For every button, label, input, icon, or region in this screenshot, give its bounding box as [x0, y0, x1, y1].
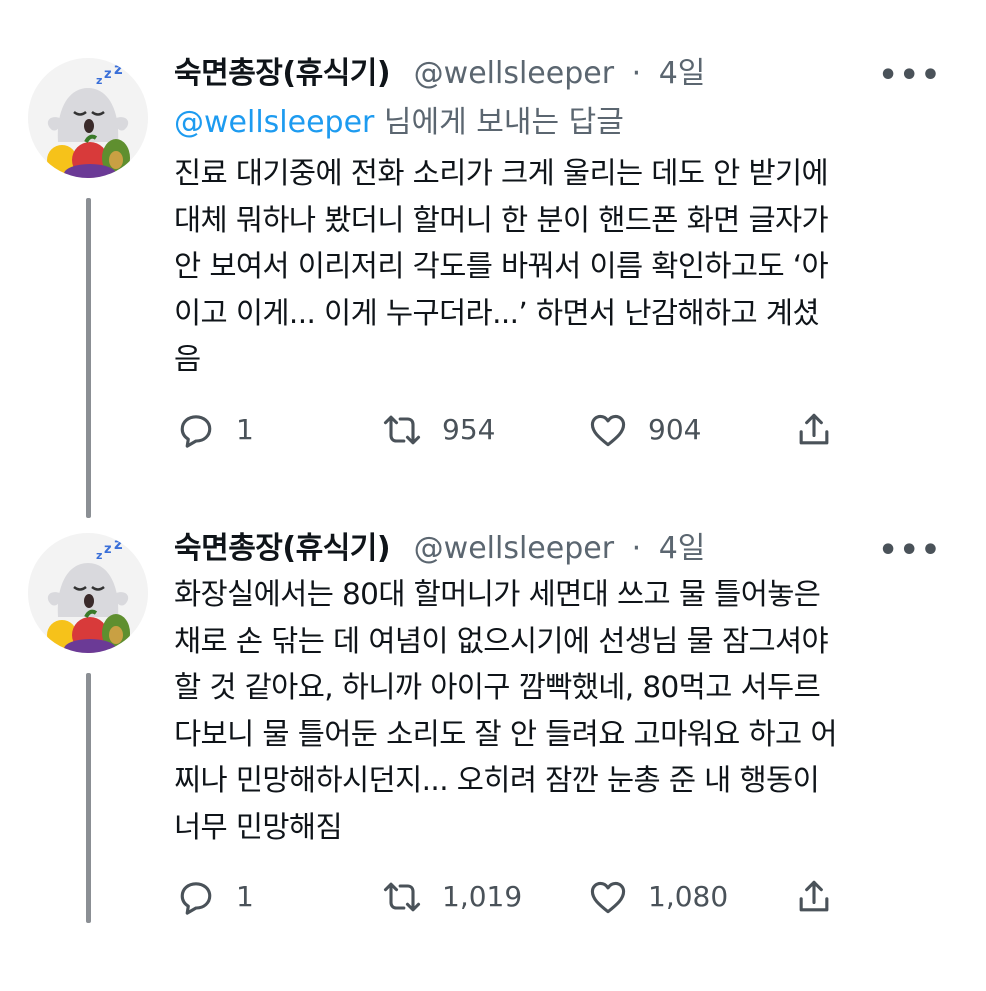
tweet-time[interactable]: 4일	[659, 531, 706, 566]
tweet-time[interactable]: 4일	[659, 56, 706, 91]
svg-text:z: z	[104, 542, 112, 557]
retweet-icon	[383, 882, 421, 912]
reply-mention-link[interactable]: @wellsleeper	[174, 105, 374, 140]
tweet-text-line: 진료 대기중에 전화 소리가 크게 울리는 데도 안 받기에	[174, 156, 829, 190]
reply-button[interactable]: 1	[174, 872, 254, 922]
tweet-text-line: 안 보여서 이리저리 각도를 바꿔서 이름 확인하고도 ‘아	[174, 249, 829, 283]
author-handle[interactable]: @wellsleeper	[414, 56, 614, 91]
tweet-text-line: 너무 민망해짐	[174, 809, 343, 844]
tweet-text-line: 화장실에서는 80대 할머니가 세면대 쓰고 물 틀어놓은	[174, 577, 821, 611]
tweet-text-line: 채로 손 닦는 데 여념이 없으시기에 선생님 물 잠그셔야	[174, 623, 829, 658]
reply-count: 1	[236, 412, 254, 446]
like-count: 904	[648, 412, 702, 446]
retweet-icon	[383, 415, 421, 444]
tweet[interactable]: z z z 숙면총장(휴식기) @wellsleeper · 4일 ••• 화장…	[0, 515, 986, 955]
tweet-header: 숙면총장(휴식기) @wellsleeper · 4일 •••	[174, 52, 964, 96]
tweet-text-line: 할 것 같아요, 하니까 아이구 깜빡했네, 80먹고 서두르	[174, 670, 821, 704]
tweet[interactable]: z z z 숙면총장(휴식기) @wellsleeper · 4일 ••• @w…	[0, 40, 986, 520]
retweet-count: 954	[442, 412, 496, 446]
tweet-text: 진료 대기중에 전화 소리가 크게 울리는 데도 안 받기에 대체 뭐하나 봤더…	[174, 150, 964, 383]
like-button[interactable]: 1,080	[586, 872, 728, 922]
share-button[interactable]	[792, 405, 836, 455]
svg-text:z: z	[114, 535, 123, 553]
tweet-thread: z z z 숙면총장(휴식기) @wellsleeper · 4일 ••• @w…	[0, 0, 986, 991]
avatar[interactable]: z z z	[28, 58, 148, 178]
separator-dot: ·	[631, 56, 642, 91]
thread-line	[86, 198, 91, 518]
avatar[interactable]: z z z	[28, 533, 148, 653]
retweet-button[interactable]: 1,019	[380, 872, 522, 922]
svg-text:z: z	[104, 67, 112, 82]
share-icon	[799, 880, 829, 912]
share-button[interactable]	[792, 872, 836, 922]
reply-button[interactable]: 1	[174, 405, 254, 455]
tweet-text-line: 다보니 물 틀어둔 소리도 잘 안 들려요 고마워요 하고 어	[174, 716, 837, 751]
more-options-icon[interactable]: •••	[878, 54, 942, 98]
tweet-header: 숙면총장(휴식기) @wellsleeper · 4일 •••	[174, 527, 964, 571]
retweet-count: 1,019	[442, 880, 523, 913]
tweet-content: 숙면총장(휴식기) @wellsleeper · 4일 ••• 화장실에서는 8…	[174, 527, 964, 922]
retweet-button[interactable]: 954	[380, 405, 495, 455]
ghost-avatar-icon: z z z	[28, 58, 148, 178]
tweet-content: 숙면총장(휴식기) @wellsleeper · 4일 ••• @wellsle…	[174, 52, 964, 455]
tweet-text: 화장실에서는 80대 할머니가 세면대 쓰고 물 틀어놓은 채로 손 닦는 데 …	[174, 571, 964, 850]
tweet-actions: 1 954 904	[174, 405, 964, 455]
separator-dot: ·	[631, 531, 642, 566]
replying-to: @wellsleeper 님에게 보내는 답글	[174, 100, 964, 146]
author-name[interactable]: 숙면총장(휴식기)	[174, 531, 391, 566]
svg-text:z: z	[114, 60, 123, 78]
heart-icon	[590, 414, 626, 446]
more-options-icon[interactable]: •••	[878, 529, 942, 573]
share-icon	[799, 413, 829, 444]
tweet-text-line: 음	[174, 342, 201, 376]
tweet-actions: 1 1,019 1,080	[174, 872, 964, 922]
ghost-avatar-icon: z z z	[28, 533, 148, 653]
reply-icon	[180, 414, 212, 448]
tweet-text-line: 찌나 민망해하시던지... 오히려 잠깐 눈총 준 내 행동이	[174, 763, 820, 797]
like-count: 1,080	[648, 880, 729, 913]
tweet-text-line: 이고 이게... 이게 누구더라...’ 하면서 난감해하고 계셨	[174, 295, 820, 330]
author-name[interactable]: 숙면총장(휴식기)	[174, 56, 391, 91]
svg-text:z: z	[96, 549, 102, 562]
author-handle[interactable]: @wellsleeper	[414, 531, 614, 566]
like-button[interactable]: 904	[586, 405, 701, 455]
reply-icon	[180, 882, 212, 915]
heart-icon	[590, 881, 626, 914]
reply-to-text: 님에게 보내는 답글	[374, 105, 624, 140]
tweet-text-line: 대체 뭐하나 봤더니 할머니 한 분이 핸드폰 화면 글자가	[174, 202, 829, 237]
svg-text:z: z	[96, 74, 102, 87]
reply-count: 1	[236, 880, 254, 913]
thread-line	[86, 673, 91, 923]
